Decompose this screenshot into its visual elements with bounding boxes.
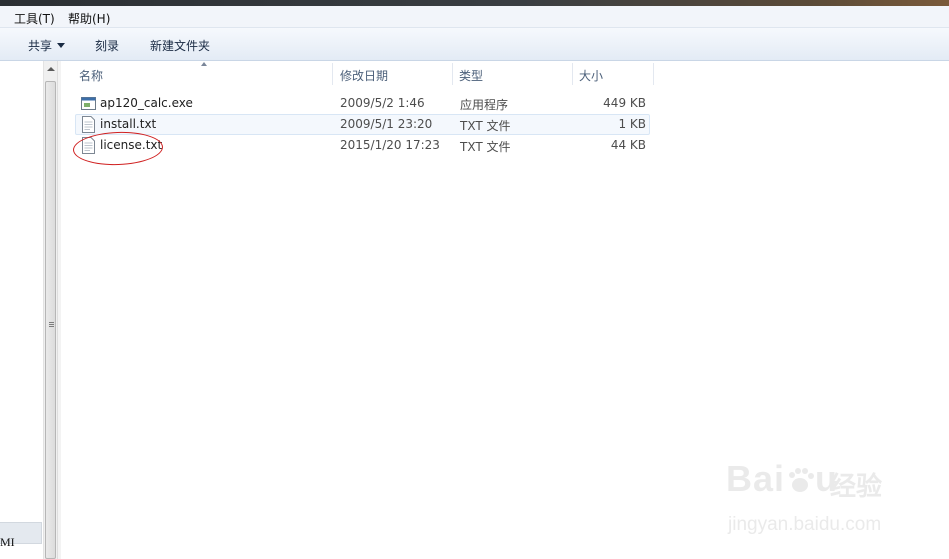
file-modified: 2009/5/1 23:20 <box>340 117 433 131</box>
file-type: TXT 文件 <box>460 119 511 133</box>
column-divider[interactable] <box>572 63 573 85</box>
share-button[interactable]: 共享 <box>25 36 68 55</box>
file-type: 应用程序 <box>460 98 509 112</box>
file-size: 1 KB <box>618 117 646 131</box>
sort-ascending-icon <box>201 62 207 66</box>
file-row[interactable]: install.txt 2009/5/1 23:20 TXT 文件 1 KB <box>75 114 650 135</box>
column-divider[interactable] <box>653 63 654 85</box>
menu-bar: 工具(T) 帮助(H) <box>0 6 949 28</box>
grip-line <box>49 326 54 327</box>
file-size: 44 KB <box>610 138 646 152</box>
column-header-bar: 名称 修改日期 类型 大小 <box>61 61 949 88</box>
new-folder-button[interactable]: 新建文件夹 <box>147 36 213 55</box>
watermark-brand: Bai u <box>726 458 839 499</box>
menu-help[interactable]: 帮助(H) <box>66 9 112 28</box>
pane-splitter[interactable] <box>57 61 61 559</box>
file-name: install.txt <box>100 117 157 131</box>
chevron-down-icon <box>57 43 66 48</box>
file-size: 449 KB <box>603 96 646 110</box>
file-modified: 2015/1/20 17:23 <box>340 138 440 152</box>
file-type: TXT 文件 <box>460 140 511 154</box>
grip-line <box>49 324 54 325</box>
column-divider[interactable] <box>332 63 333 85</box>
command-toolbar: 共享 刻录 新建文件夹 <box>0 28 949 61</box>
scroll-up-arrow-icon[interactable] <box>47 67 55 71</box>
column-name[interactable]: 名称 <box>79 67 103 84</box>
file-row[interactable]: ap120_calc.exe 2009/5/2 1:46 应用程序 449 KB <box>75 93 650 114</box>
file-modified: 2009/5/2 1:46 <box>340 96 425 110</box>
navigation-scrollbar[interactable] <box>43 61 57 559</box>
menu-tools[interactable]: 工具(T) <box>12 9 57 28</box>
column-divider[interactable] <box>452 63 453 85</box>
baidu-jingyan-watermark: Bai u 经验 jingyan.baidu.com <box>726 454 906 544</box>
share-label: 共享 <box>28 39 53 53</box>
grip-line <box>49 322 54 323</box>
text-file-icon <box>82 116 95 133</box>
column-size[interactable]: 大小 <box>579 67 603 84</box>
file-name: ap120_calc.exe <box>100 96 193 110</box>
watermark-url: jingyan.baidu.com <box>728 514 882 535</box>
column-modified[interactable]: 修改日期 <box>340 67 388 84</box>
scrollbar-thumb[interactable] <box>45 81 56 559</box>
exe-icon <box>81 97 96 110</box>
column-type[interactable]: 类型 <box>459 67 483 84</box>
paw-icon <box>789 468 815 492</box>
burn-button[interactable]: 刻录 <box>92 36 122 55</box>
watermark-cn: 经验 <box>830 472 883 502</box>
nav-item-label-clipped[interactable]: MI <box>0 535 15 550</box>
